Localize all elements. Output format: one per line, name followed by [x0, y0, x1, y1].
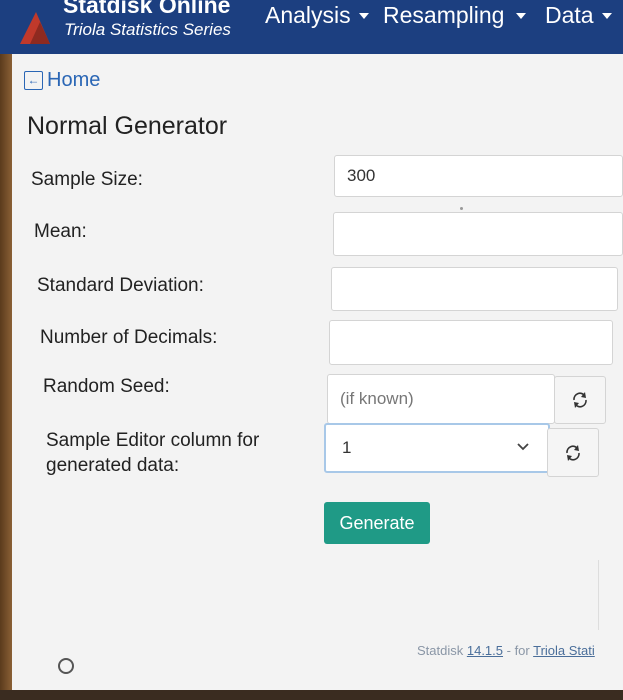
top-navbar: Statdisk Online Triola Statistics Series… [0, 0, 623, 54]
home-link-label: Home [47, 69, 101, 91]
sample-size-value: 300 [347, 166, 376, 185]
main-panel [12, 54, 623, 690]
back-arrow-icon: ← [24, 71, 43, 90]
seed-input[interactable]: (if known) [327, 374, 555, 424]
footer: Statdisk 14.1.5 - for Triola Stati [417, 643, 595, 658]
menu-analysis[interactable]: Analysis [265, 2, 369, 29]
std-dev-label: Standard Deviation: [37, 275, 204, 296]
caret-down-icon [516, 12, 527, 19]
refresh-icon [566, 444, 580, 461]
seed-placeholder: (if known) [340, 389, 414, 408]
menu-data[interactable]: Data [545, 2, 612, 29]
chevron-down-icon [517, 443, 529, 451]
decimals-label: Number of Decimals: [40, 327, 218, 348]
refresh-icon [573, 392, 587, 408]
circle-icon [58, 658, 74, 674]
seed-refresh-button[interactable] [554, 376, 606, 424]
column-label-line1: Sample Editor column for [46, 430, 260, 451]
brand-subtitle: Triola Statistics Series [64, 20, 231, 39]
std-dev-input[interactable] [331, 267, 618, 311]
bottom-edge [0, 690, 623, 700]
column-label-line2: generated data: [46, 455, 180, 476]
footer-prefix: Statdisk [417, 643, 467, 658]
caret-down-icon [601, 12, 612, 19]
menu-analysis-label: Analysis [265, 2, 351, 28]
menu-resampling[interactable]: Resampling [383, 2, 527, 29]
column-refresh-button[interactable] [547, 428, 599, 477]
mean-input[interactable] [333, 212, 623, 256]
menu-resampling-label: Resampling [383, 2, 505, 28]
sample-size-label: Sample Size: [31, 169, 143, 190]
column-label: Sample Editor column for generated data: [46, 428, 259, 478]
generate-button[interactable]: Generate [324, 502, 430, 544]
column-select[interactable]: 1 [324, 423, 550, 473]
menu-data-label: Data [545, 2, 594, 28]
page-title: Normal Generator [27, 112, 228, 140]
left-edge [0, 54, 12, 700]
mean-label: Mean: [34, 221, 87, 242]
statdisk-logo-icon[interactable] [16, 8, 54, 46]
footer-mid: - for [503, 643, 534, 658]
brand-title[interactable]: Statdisk Online [63, 0, 230, 19]
seed-label: Random Seed: [43, 376, 170, 397]
sample-size-input[interactable]: 300 [334, 155, 623, 197]
footer-version-link[interactable]: 14.1.5 [467, 643, 503, 658]
home-link[interactable]: ← Home [24, 69, 100, 92]
footer-triola-link[interactable]: Triola Stati [533, 643, 595, 658]
decimals-input[interactable] [329, 320, 613, 365]
column-selected: 1 [342, 438, 352, 457]
cursor-dot [460, 207, 463, 210]
caret-down-icon [358, 12, 369, 19]
divider [598, 560, 599, 630]
